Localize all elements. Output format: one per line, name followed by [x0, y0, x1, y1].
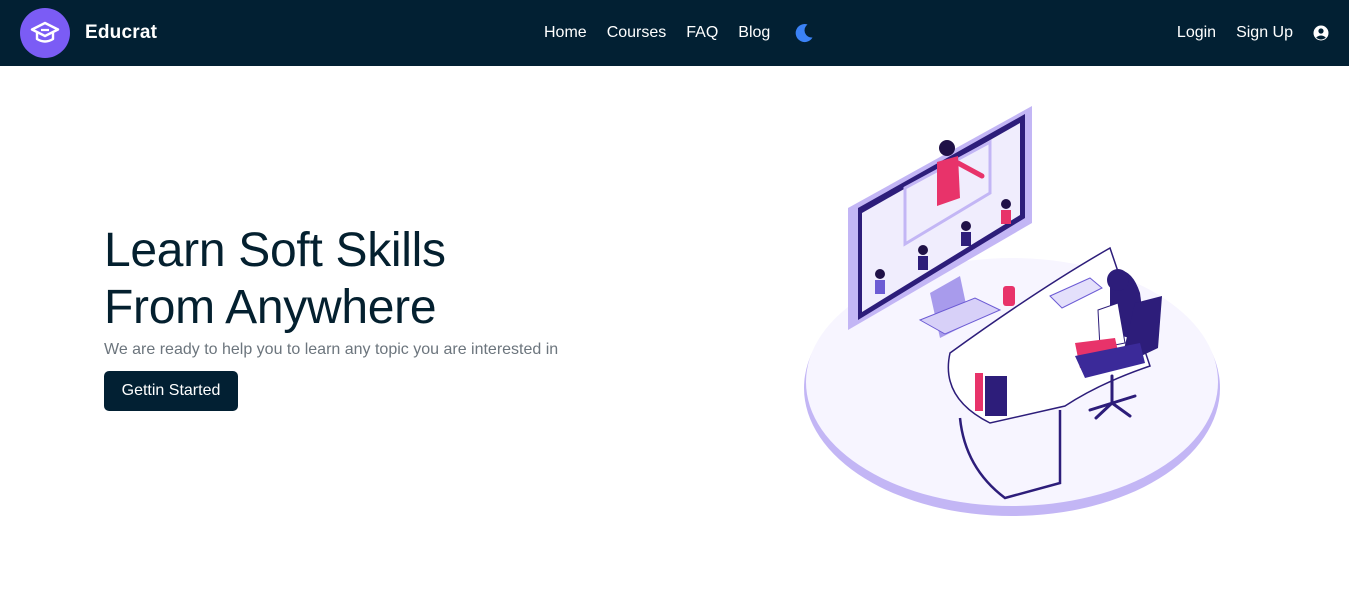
- login-link[interactable]: Login: [1177, 24, 1216, 42]
- navbar: Educrat Home Courses FAQ Blog Login Sign…: [0, 0, 1349, 66]
- get-started-button[interactable]: Gettin Started: [104, 371, 238, 411]
- signup-link[interactable]: Sign Up: [1236, 24, 1293, 42]
- graduation-cap-icon: [20, 8, 70, 58]
- online-learning-illustration: [800, 98, 1225, 523]
- auth-nav: Login Sign Up: [1177, 0, 1329, 66]
- hero-title-line1: Learn Soft Skills: [104, 224, 446, 277]
- main-nav: Home Courses FAQ Blog: [544, 0, 816, 66]
- nav-link-blog[interactable]: Blog: [738, 24, 770, 42]
- brand-name: Educrat: [85, 22, 158, 43]
- moon-icon[interactable]: [792, 21, 816, 45]
- brand[interactable]: Educrat: [20, 8, 157, 58]
- hero-subtitle: We are ready to help you to learn any to…: [104, 341, 559, 358]
- nav-link-courses[interactable]: Courses: [607, 24, 667, 42]
- nav-link-home[interactable]: Home: [544, 24, 587, 42]
- hero-title-line2: From Anywhere: [104, 281, 437, 334]
- nav-link-faq[interactable]: FAQ: [686, 24, 718, 42]
- user-circle-icon[interactable]: [1313, 25, 1329, 41]
- hero-title: Learn Soft Skills From Anywhere: [104, 222, 624, 336]
